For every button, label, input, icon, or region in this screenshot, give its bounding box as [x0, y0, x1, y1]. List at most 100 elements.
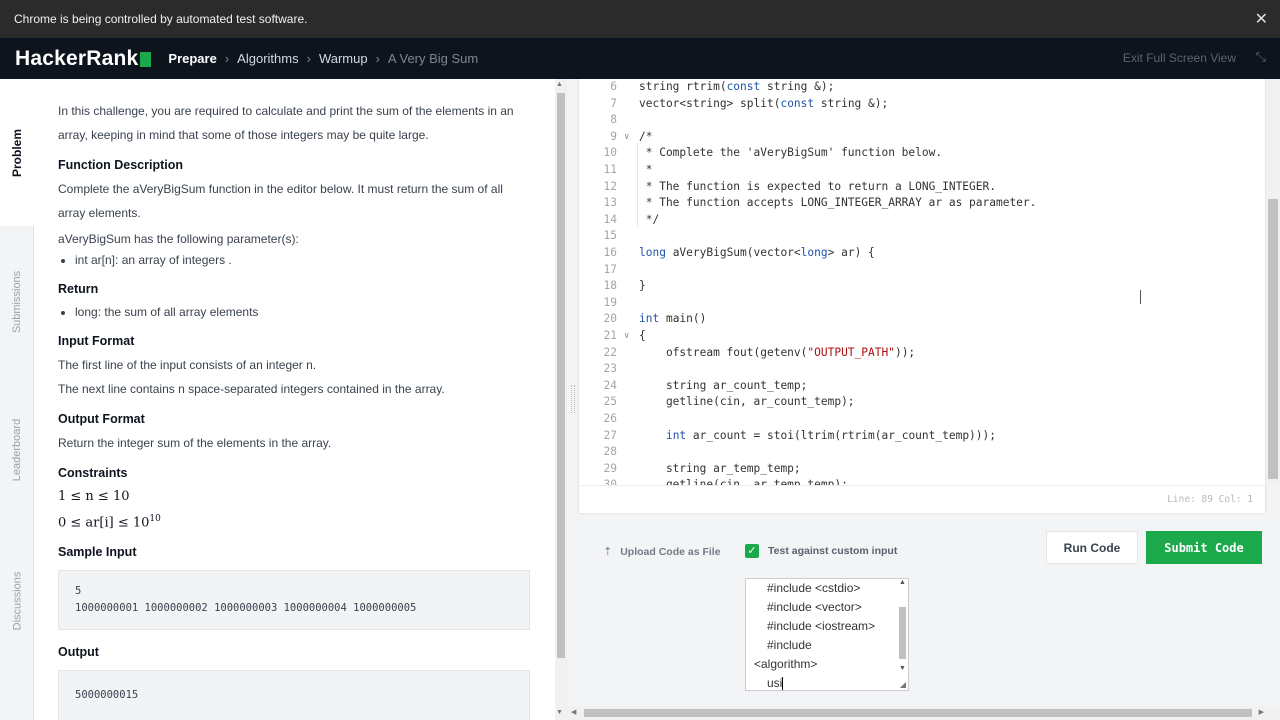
code-line[interactable]: 11 * [579, 162, 1265, 179]
constraints-heading: Constraints [58, 466, 128, 480]
code-line[interactable]: 22 ofstream fout(getenv("OUTPUT_PATH")); [579, 345, 1265, 362]
side-tabs: Problem Submissions Leaderboard Discussi… [0, 79, 34, 720]
sample-input-box: 5 1000000001 1000000002 1000000003 10000… [58, 570, 530, 631]
code-line[interactable]: 19 [579, 295, 1265, 312]
code-area[interactable]: 6 string rtrim(const string &); 7 vector<st… [579, 79, 1265, 485]
code-line[interactable]: 8 [579, 112, 1265, 129]
code-line[interactable]: 13 * The function accepts LONG_INTEGER_A… [579, 195, 1265, 212]
code-line[interactable]: 29 string ar_temp_temp; [579, 461, 1265, 478]
scroll-left-icon[interactable]: ◀ [571, 708, 576, 716]
code-line[interactable]: 18} [579, 278, 1265, 295]
output-format-text: Return the integer sum of the elements i… [58, 436, 332, 450]
code-line[interactable]: 17 [579, 262, 1265, 279]
breadcrumb-warmup[interactable]: Warmup [319, 51, 368, 66]
custom-input-line: #include <iostream> [767, 619, 876, 633]
code-line[interactable]: 30 getline(cin, ar_temp_temp); [579, 477, 1265, 485]
function-description-heading: Function Description [58, 158, 183, 172]
constraint-2: 0 ≤ ar[i] ≤ 1010 [58, 514, 161, 531]
code-text: getline(cin, ar_temp_temp); [639, 478, 848, 485]
code-line[interactable]: 25 getline(cin, ar_count_temp); [579, 394, 1265, 411]
scroll-up-icon[interactable]: ▲ [556, 81, 563, 88]
editor-status-bar: Line: 89 Col: 1 [579, 485, 1265, 513]
fold-toggle-icon[interactable]: ∨ [624, 129, 629, 146]
line-number: 11 [603, 163, 617, 176]
line-number: 22 [603, 345, 617, 359]
chevron-right-icon: › [375, 51, 380, 66]
output-format-heading: Output Format [58, 412, 145, 426]
pane-resize-handle[interactable] [571, 385, 575, 413]
scroll-down-icon[interactable]: ▼ [899, 665, 906, 672]
line-number: 7 [610, 96, 617, 110]
code-line[interactable]: 6 string rtrim(const string &); [579, 79, 1265, 96]
text-caret [782, 677, 784, 690]
problem-statement: In this challenge, you are required to c… [34, 79, 554, 720]
tab-discussions[interactable]: Discussions [0, 526, 34, 676]
line-number: 20 [603, 312, 617, 326]
code-text: * [639, 163, 653, 176]
line-number: 19 [603, 295, 617, 309]
logo-mark-icon [140, 51, 152, 67]
run-code-button[interactable]: Run Code [1046, 531, 1138, 564]
tab-leaderboard[interactable]: Leaderboard [0, 376, 34, 524]
textarea-scrollbar[interactable]: ▲ ▼ [897, 579, 907, 675]
code-line[interactable]: 21 ∨ { [579, 328, 1265, 345]
scrollbar-thumb[interactable] [899, 607, 906, 659]
editor-scrollbar[interactable] [1266, 79, 1280, 485]
code-line[interactable]: 28 [579, 444, 1265, 461]
scrollbar-thumb[interactable] [1268, 199, 1278, 479]
code-editor[interactable]: 6 string rtrim(const string &); 7 vector<st… [578, 79, 1266, 513]
line-number: 15 [603, 229, 617, 243]
scrollbar-thumb[interactable] [557, 93, 565, 658]
tab-problem[interactable]: Problem [0, 79, 34, 226]
fold-toggle-icon[interactable]: ∨ [624, 328, 629, 345]
returns-list: long: the sum of all array elements [58, 301, 530, 323]
code-line[interactable]: 23 [579, 361, 1265, 378]
line-number: 8 [610, 113, 617, 127]
input-format-line1: The first line of the input consists of … [58, 358, 317, 372]
upload-code-button[interactable]: ⇡ Upload Code as File [603, 545, 721, 559]
scrollbar-thumb[interactable] [584, 709, 1252, 717]
code-line[interactable]: 27 int ar_count = stoi(ltrim(rtrim(ar_co… [579, 428, 1265, 445]
code-line[interactable]: 12 * The function is expected to return … [579, 179, 1265, 196]
code-line[interactable]: 24 string ar_count_temp; [579, 378, 1265, 395]
code-text: string ar_count_temp; [639, 378, 808, 392]
exit-fullscreen-link[interactable]: Exit Full Screen View [1123, 51, 1236, 65]
breadcrumb-prepare[interactable]: Prepare [168, 51, 216, 66]
code-line[interactable]: 16 long aVeryBigSum(vector<long> ar) { [579, 245, 1265, 262]
problem-scrollbar[interactable]: ▲ ▼ [555, 79, 567, 720]
code-line[interactable]: 26 [579, 411, 1265, 428]
breadcrumb-algorithms[interactable]: Algorithms [237, 51, 298, 66]
scroll-right-icon[interactable]: ▶ [1259, 708, 1264, 716]
upload-code-label: Upload Code as File [620, 545, 721, 558]
line-number: 17 [603, 262, 617, 276]
tab-submissions[interactable]: Submissions [0, 229, 34, 374]
code-line[interactable]: 9 ∨ /* [579, 129, 1265, 146]
scroll-up-icon[interactable]: ▲ [899, 579, 906, 586]
custom-input-line: #include <vector> [767, 600, 862, 614]
fullscreen-icon[interactable]: ⤡ [1256, 49, 1266, 65]
code-text: getline(cin, ar_count_temp); [639, 395, 855, 409]
code-line[interactable]: 20 int main() [579, 311, 1265, 328]
breadcrumb: Prepare › Algorithms › Warmup › A Very B… [168, 51, 478, 66]
function-description-text: Complete the aVeryBigSum function in the… [58, 182, 503, 220]
submit-code-button[interactable]: Submit Code [1146, 531, 1262, 564]
line-number: 9 [610, 129, 617, 143]
code-line[interactable]: 7 vector<string> split(const string &); [579, 96, 1265, 113]
code-text: /* [639, 129, 653, 143]
custom-input-checkbox[interactable]: ✓ [745, 544, 759, 558]
custom-input-label[interactable]: Test against custom input [768, 545, 897, 557]
horizontal-scrollbar[interactable]: ◀ ▶ [567, 706, 1280, 720]
code-text: ofstream fout(getenv("OUTPUT_PATH")); [639, 345, 916, 359]
infobar-message: Chrome is being controlled by automated … [14, 12, 308, 26]
code-line[interactable]: 15 [579, 228, 1265, 245]
code-line[interactable]: 14 */ [579, 212, 1265, 229]
line-number: 28 [603, 445, 617, 459]
resize-grip-icon[interactable]: ◢ [900, 680, 906, 689]
scroll-down-icon[interactable]: ▼ [556, 709, 563, 716]
close-icon[interactable]: ✕ [1255, 9, 1268, 29]
code-line[interactable]: 10 * Complete the 'aVeryBigSum' function… [579, 145, 1265, 162]
custom-input-textarea[interactable]: #include <cstdio> #include <vector> #inc… [745, 578, 909, 691]
upload-icon: ⇡ [603, 546, 613, 558]
chevron-right-icon: › [224, 51, 230, 66]
hackerrank-logo[interactable]: HackerRank [15, 47, 152, 71]
